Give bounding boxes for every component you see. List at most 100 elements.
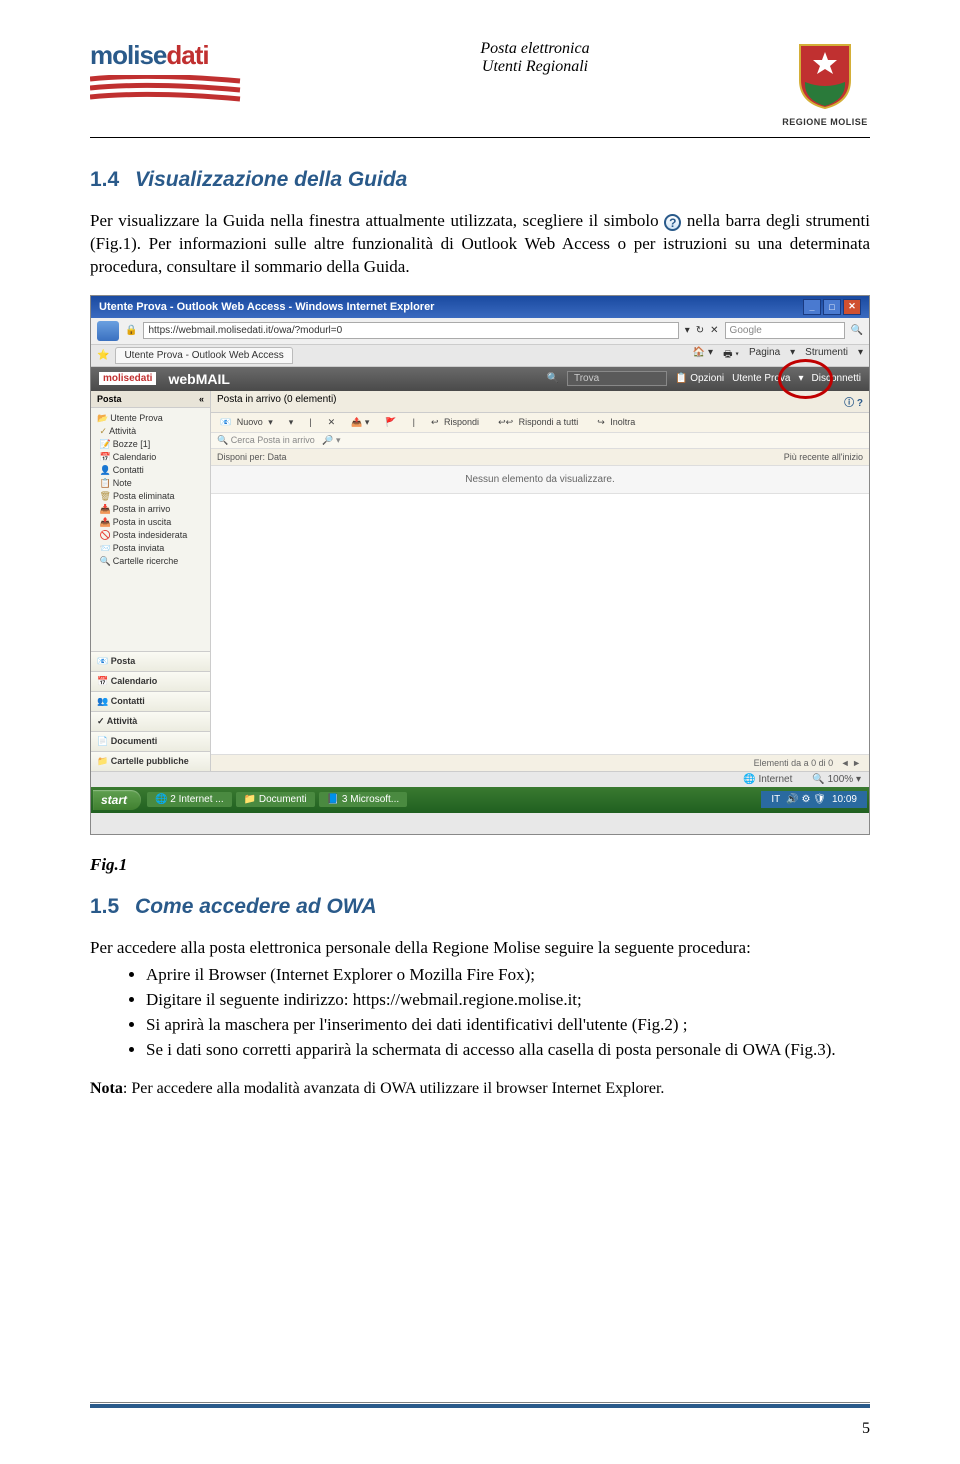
sort-by[interactable]: Disponi per: Data (217, 452, 287, 462)
find-input[interactable]: Trova (567, 371, 667, 386)
tree-item[interactable]: ✓Attività (93, 425, 208, 438)
owa-sidebar: Posta« 📂Utente Prova ✓Attività 📝Bozze [1… (91, 391, 211, 771)
sort-order[interactable]: Più recente all'inizio (784, 452, 863, 462)
tree-item[interactable]: 📤Posta in uscita (93, 516, 208, 529)
section-1-4-paragraph: Per visualizzare la Guida nella finestra… (90, 210, 870, 279)
tree-item[interactable]: 📅Calendario (93, 451, 208, 464)
close-button[interactable]: ✕ (843, 299, 861, 315)
refresh-icon[interactable]: ↻ (696, 325, 704, 336)
header-divider (90, 137, 870, 138)
tb-btn[interactable]: 📤 ▾ (348, 416, 372, 429)
section-1-5-title: 1.5 Come accedere ad OWA (90, 895, 870, 919)
nav-documenti[interactable]: 📄 Documenti (91, 731, 210, 751)
tb-btn[interactable]: ▾ (286, 416, 297, 429)
nav-attivita[interactable]: ✓ Attività (91, 711, 210, 731)
tree-item[interactable]: 📂Utente Prova (93, 412, 208, 425)
tree-item[interactable]: 📥Posta in arrivo (93, 503, 208, 516)
nav-posta[interactable]: 📧 Posta (91, 651, 210, 671)
lock-icon: 🔒 (125, 325, 137, 336)
list-item: Se i dati sono corretti apparirà la sche… (146, 1039, 870, 1062)
nav-contatti[interactable]: 👥 Contatti (91, 691, 210, 711)
minimize-button[interactable]: _ (803, 299, 821, 315)
logo-word-molise: molise (90, 40, 166, 70)
home-icon[interactable]: 🏠 ▾ (693, 347, 713, 364)
window-controls: _ □ ✕ (803, 299, 861, 315)
internet-zone: 🌐 Internet (743, 774, 792, 785)
tb-btn[interactable]: 🚩 (382, 416, 399, 429)
system-tray: IT 🔊 ⚙ 🛡 10:09 (761, 791, 867, 808)
tools-menu[interactable]: Strumenti (805, 347, 848, 364)
header-title: Posta elettronica Utenti Regionali (290, 40, 780, 76)
note-paragraph: Nota: Per accedere alla modalità avanzat… (90, 1080, 870, 1098)
nav-back-button[interactable] (97, 321, 119, 341)
tray-time: 10:09 (832, 794, 857, 805)
tree-item[interactable]: 🔍Cartelle ricerche (93, 555, 208, 568)
tree-item[interactable]: 📨Posta inviata (93, 542, 208, 555)
tree-item[interactable]: 📋Note (93, 477, 208, 490)
reply-all-button[interactable]: ↩↩ Rispondi a tutti (495, 416, 584, 429)
tree-item[interactable]: 📝Bozze [1] (93, 438, 208, 451)
search-icon-owa[interactable]: 🔍 (547, 373, 559, 384)
browser-tabs: ⭐ Utente Prova - Outlook Web Access 🏠 ▾ … (91, 345, 869, 367)
browser-tab[interactable]: Utente Prova - Outlook Web Access (115, 347, 292, 364)
browser-search[interactable]: Google (725, 322, 845, 339)
section-name: Come accedere ad OWA (135, 895, 377, 918)
options-link[interactable]: 📋 Opzioni (675, 373, 724, 384)
owa-header: molisedati webMAIL 🔍 Trova 📋 Opzioni Ute… (91, 367, 869, 391)
help-button[interactable]: ⓘ ? (844, 394, 863, 409)
footer-divider (90, 1402, 870, 1408)
taskbar-item[interactable]: 📘 3 Microsoft... (319, 792, 407, 807)
logo-regione-molise: REGIONE MOLISE (780, 40, 870, 127)
list-item: Si aprirà la maschera per l'inserimento … (146, 1014, 870, 1037)
page-number: 5 (862, 1420, 870, 1438)
owa-main: Posta in arrivo (0 elementi) ⓘ ? 📧 Nuovo… (211, 391, 869, 771)
tree-item[interactable]: 👤Contatti (93, 464, 208, 477)
windows-taskbar: start 🌐 2 Internet ... 📁 Documenti 📘 3 M… (91, 787, 869, 813)
search-row[interactable]: 🔍 Cerca Posta in arrivo 🔎 ▾ (211, 433, 869, 449)
tree-item[interactable]: 🗑Posta eliminata (93, 490, 208, 503)
section-name: Visualizzazione della Guida (135, 168, 407, 191)
owa-screenshot: Utente Prova - Outlook Web Access - Wind… (90, 295, 870, 835)
taskbar-item[interactable]: 📁 Documenti (236, 792, 315, 807)
list-item: Aprire il Browser (Internet Explorer o M… (146, 964, 870, 987)
procedure-list: Aprire il Browser (Internet Explorer o M… (90, 964, 870, 1062)
logo-word-dati: dati (166, 40, 208, 70)
nav-cartelle[interactable]: 📁 Cartelle pubbliche (91, 751, 210, 771)
section-num: 1.4 (90, 168, 119, 191)
note-label: Nota (90, 1080, 123, 1097)
address-bar[interactable]: https://webmail.molisedati.it/owa/?modur… (143, 322, 678, 339)
page-header: molisedati Posta elettronica Utenti Regi… (90, 40, 870, 127)
zoom-level[interactable]: 🔍 100% ▾ (812, 774, 861, 785)
maximize-button[interactable]: □ (823, 299, 841, 315)
start-button[interactable]: start (93, 790, 141, 810)
logo-stripes (90, 75, 250, 103)
tb-btn[interactable]: ✕ (325, 416, 339, 429)
search-icon[interactable]: 🔍 (851, 325, 863, 336)
window-title: Utente Prova - Outlook Web Access - Wind… (99, 301, 434, 313)
favorites-icon[interactable]: ⭐ (97, 350, 109, 361)
tree-item[interactable]: 🚫Posta indesiderata (93, 529, 208, 542)
help-icon: ? (664, 214, 681, 231)
logout-link[interactable]: Disconnetti (812, 373, 861, 384)
sidebar-header: Posta« (91, 391, 210, 408)
new-button[interactable]: 📧 Nuovo ▾ (217, 416, 276, 429)
page-menu[interactable]: Pagina (749, 347, 780, 364)
para-text-a: Per visualizzare la Guida nella finestra… (90, 211, 664, 230)
header-line1: Posta elettronica (290, 40, 780, 58)
browser-toolbar: 🔒 https://webmail.molisedati.it/owa/?mod… (91, 318, 869, 345)
tray-lang[interactable]: IT (771, 794, 780, 805)
logo-molise-dati: molisedati (90, 40, 290, 110)
taskbar-item[interactable]: 🌐 2 Internet ... (147, 792, 232, 807)
reply-button[interactable]: ↩ Rispondi (428, 416, 485, 429)
region-label: REGIONE MOLISE (780, 117, 870, 127)
note-text: : Per accedere alla modalità avanzata di… (123, 1080, 665, 1097)
forward-button[interactable]: ↪ Inoltra (594, 416, 641, 429)
owa-brand-1: molisedati (99, 372, 156, 385)
empty-message: Nessun elemento da visualizzare. (211, 466, 869, 494)
section-1-4-title: 1.4 Visualizzazione della Guida (90, 168, 870, 192)
window-titlebar: Utente Prova - Outlook Web Access - Wind… (91, 296, 869, 318)
section-1-5-intro: Per accedere alla posta elettronica pers… (90, 937, 870, 960)
figure-label: Fig.1 (90, 855, 870, 875)
user-menu[interactable]: Utente Prova (732, 373, 790, 384)
nav-calendario[interactable]: 📅 Calendario (91, 671, 210, 691)
